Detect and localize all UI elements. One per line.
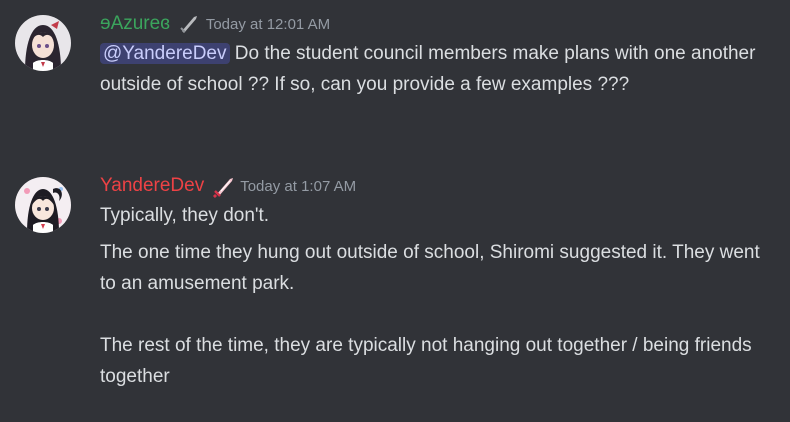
chat-log: ɘAzureɞ Today at 12:01 AM @YandereDev Do… — [0, 0, 790, 422]
sword-icon — [178, 13, 200, 35]
timestamp[interactable]: Today at 12:01 AM — [206, 16, 330, 33]
user-mention[interactable]: @YandereDev — [100, 43, 230, 64]
username[interactable]: ɘAzureɞ — [100, 13, 170, 35]
username[interactable]: YandereDev — [100, 175, 204, 197]
avatar[interactable] — [15, 15, 71, 71]
message-text: The one time they hung out outside of sc… — [100, 242, 760, 387]
message-header: ɘAzureɞ Today at 12:01 AM — [100, 10, 780, 38]
katana-icon — [212, 175, 234, 199]
message-text: Typically, they don't. — [100, 205, 270, 226]
avatar[interactable] — [15, 177, 71, 233]
message-content: ɘAzureɞ Today at 12:01 AM @YandereDev Do… — [100, 10, 780, 100]
message-text: @YandereDev Do the student council membe… — [100, 38, 780, 100]
message-header: YandereDev Today at 1:07 AM — [100, 172, 780, 200]
timestamp[interactable]: Today at 1:07 AM — [240, 178, 356, 195]
avatar-image — [15, 177, 71, 233]
message-content: YandereDev Today at 1:07 AM Typically, t… — [100, 172, 780, 392]
avatar-image — [15, 15, 71, 71]
